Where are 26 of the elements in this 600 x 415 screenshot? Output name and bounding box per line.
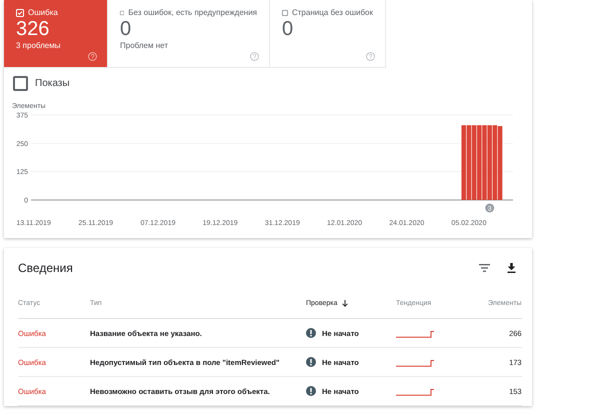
status-tile[interactable]: Без ошибок, есть предупреждения 0 Проблем нет (108, 0, 270, 68)
download-icon[interactable] (507, 263, 516, 273)
status-tile[interactable]: Ошибка 326 3 проблемы (4, 0, 108, 68)
filter-icon[interactable] (479, 264, 490, 272)
alert-icon (306, 357, 316, 367)
tile-count: 0 (120, 17, 132, 41)
tile-count: 0 (282, 17, 294, 41)
tile-subtitle: 3 проблемы (16, 41, 62, 50)
tile-label: Ошибка (28, 8, 58, 17)
checkbox[interactable] (282, 8, 288, 16)
checkbox[interactable] (120, 8, 124, 16)
checkbox-label: Показы (35, 78, 70, 88)
section-title: Сведения (18, 261, 74, 275)
alert-icon (306, 386, 316, 396)
alert-icon (306, 328, 316, 338)
status-tile[interactable]: Страница без ошибок 0 (270, 0, 386, 68)
tile-label: Страница без ошибок (292, 8, 373, 17)
trend-sparkline (396, 358, 434, 366)
arrow-down-icon[interactable] (342, 300, 348, 306)
tile-count: 326 (16, 17, 50, 41)
checkbox[interactable] (13, 76, 28, 90)
tile-subtitle: Проблем нет (120, 41, 169, 50)
trend-sparkline (396, 386, 434, 396)
tile-label: Без ошибок, есть предупреждения (128, 8, 257, 17)
trend-sparkline (396, 328, 434, 338)
help-icon[interactable] (88, 52, 97, 61)
